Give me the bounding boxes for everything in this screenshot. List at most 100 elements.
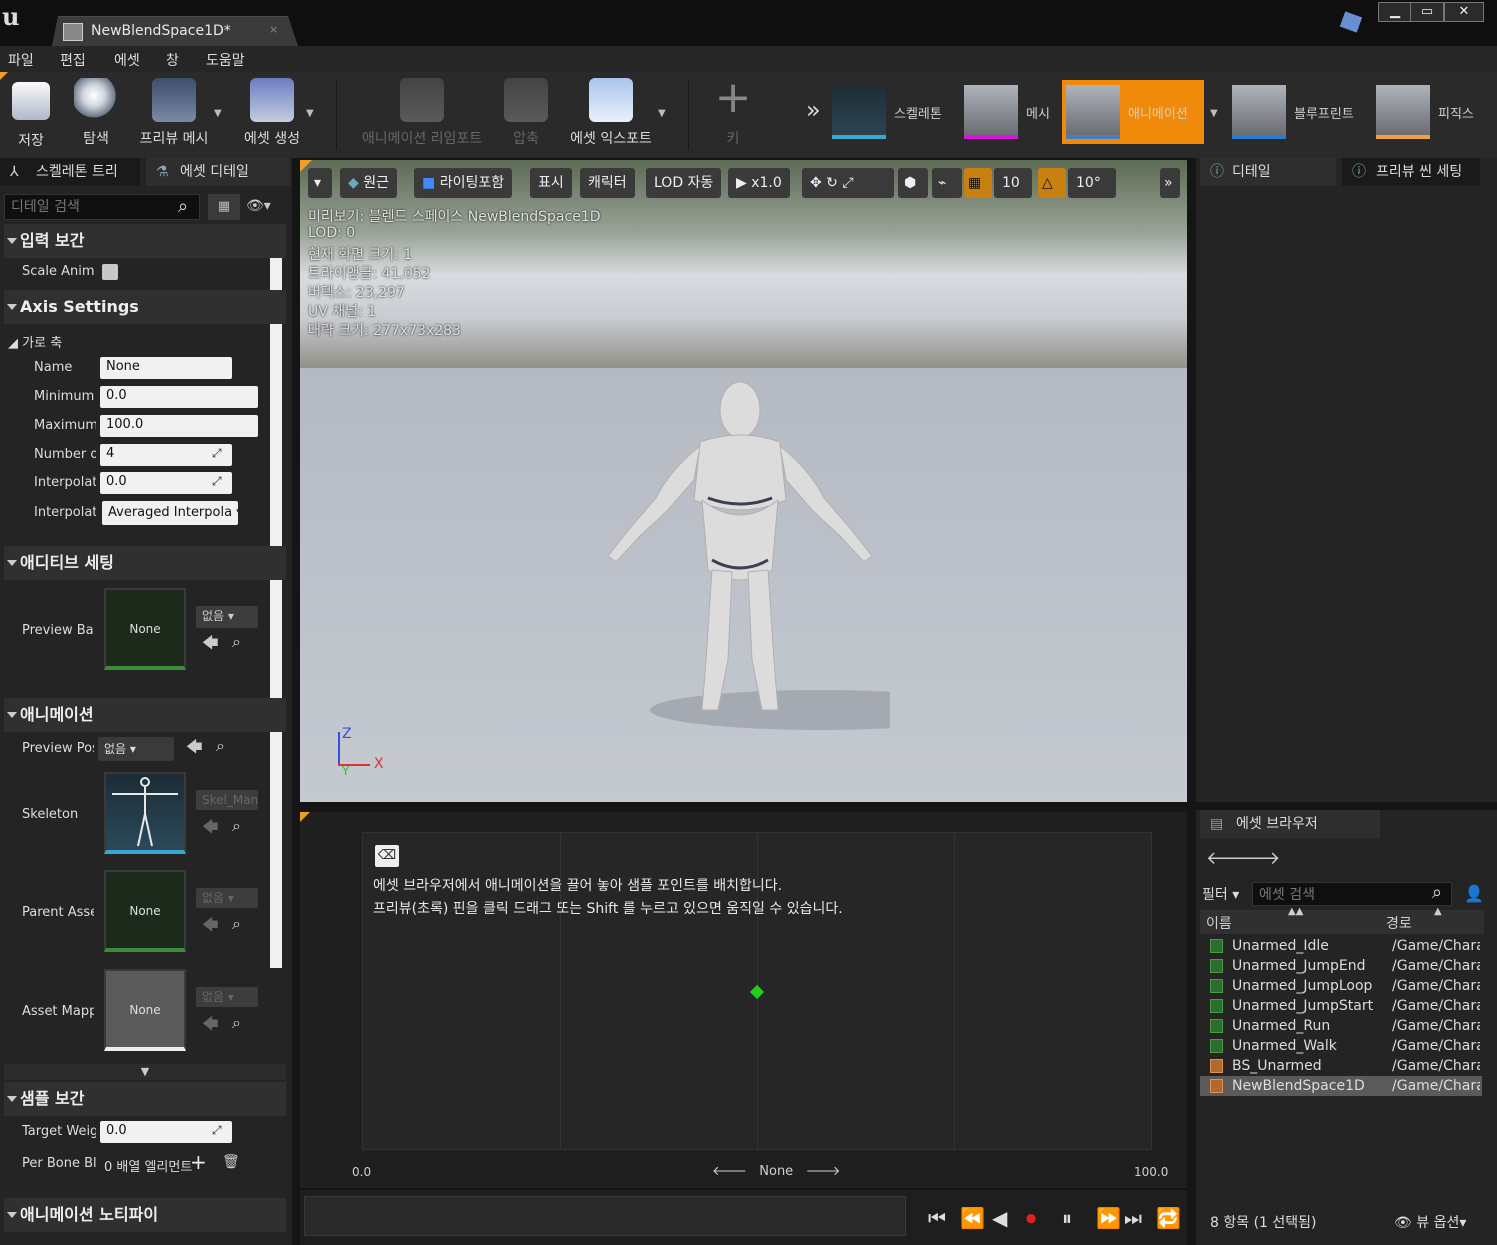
use-selected-arrow-icon[interactable]: 🡄: [186, 736, 203, 763]
visibility-eye-icon[interactable]: 👁▾: [246, 198, 271, 214]
tab-details[interactable]: ⓘ 디테일: [1200, 158, 1336, 186]
tab-asset-browser[interactable]: ▤ 에셋 브라우저: [1200, 810, 1380, 838]
section-axis-settings[interactable]: Axis Settings: [4, 290, 286, 324]
section-sample-interp[interactable]: 샘플 보간: [4, 1082, 286, 1116]
menu-file[interactable]: 파일: [8, 50, 34, 70]
close-button[interactable]: ✕: [1444, 2, 1484, 22]
asset-row[interactable]: Unarmed_JumpEnd/Game/Characters: [1200, 956, 1482, 976]
grid-snap-toggle-icon[interactable]: ▦: [964, 168, 992, 198]
view-options-button[interactable]: 👁 뷰 옵션▾: [1394, 1212, 1466, 1232]
asset-row[interactable]: Unarmed_Walk/Game/Characters: [1200, 1036, 1482, 1056]
show-button[interactable]: 표시: [530, 168, 572, 198]
pause-icon[interactable]: ⏸: [1062, 1206, 1072, 1230]
preview-viewport[interactable]: ▾ ◆ 원근 ■ 라이팅포함 표시 캐릭터 LOD 자동 ▶ x1.0 ✥ ↻ …: [300, 160, 1187, 802]
learn-icon[interactable]: [1339, 11, 1363, 33]
preview-base-dropdown[interactable]: 없음 ▾: [196, 606, 258, 628]
lighting-button[interactable]: ■ 라이팅포함: [414, 168, 513, 198]
mode-mesh-button[interactable]: 메시: [964, 80, 1050, 144]
drag-spin-icon[interactable]: ⤢: [212, 1123, 222, 1138]
asset-search-input[interactable]: 에셋 검색: [1252, 882, 1452, 906]
blend-space-editor[interactable]: ⌫ 에셋 브라우저에서 애니메이션을 끌어 놓아 샘플 포인트를 배치합니다. …: [300, 812, 1187, 1188]
drag-spin-icon[interactable]: ⤢: [212, 474, 222, 489]
user-filter-icon[interactable]: 👤: [1464, 884, 1484, 903]
section-additive[interactable]: 애디티브 세팅: [4, 546, 286, 580]
preview-mesh-dropdown-icon[interactable]: ▼: [214, 108, 222, 119]
use-selected-arrow-icon[interactable]: 🡄: [202, 816, 219, 843]
asset-mapping-dropdown[interactable]: 없음 ▾: [196, 987, 258, 1007]
more-modes-icon[interactable]: »: [806, 96, 821, 124]
use-selected-arrow-icon[interactable]: 🡄: [202, 632, 219, 659]
menu-help[interactable]: 도움말: [206, 50, 245, 70]
create-asset-button[interactable]: 에셋 생성: [238, 76, 306, 148]
export-asset-button[interactable]: 에셋 익스포트: [564, 76, 658, 148]
browse-search-icon[interactable]: ⌕: [232, 1013, 241, 1033]
asset-mapping-thumb[interactable]: None: [104, 969, 186, 1051]
preview-pose-dropdown[interactable]: 없음 ▾: [98, 737, 174, 761]
expand-toolbar-icon[interactable]: »: [1160, 168, 1180, 198]
compress-button[interactable]: 압축: [502, 76, 550, 148]
advanced-expand-icon[interactable]: ▼: [4, 1064, 286, 1080]
playback-speed-button[interactable]: ▶ x1.0: [728, 168, 790, 198]
axis-max-field[interactable]: 100.0: [100, 415, 258, 437]
menu-edit[interactable]: 편집: [60, 50, 86, 70]
axis-name-field[interactable]: None: [100, 357, 232, 379]
create-asset-dropdown-icon[interactable]: ▼: [306, 108, 314, 119]
maximize-button[interactable]: ▭: [1410, 2, 1444, 22]
asset-row[interactable]: BS_Unarmed/Game/Characters: [1200, 1056, 1482, 1076]
browse-button[interactable]: 탐색: [72, 76, 120, 148]
add-element-icon[interactable]: +: [190, 1150, 207, 1174]
use-selected-arrow-icon[interactable]: 🡄: [202, 1013, 219, 1040]
details-scrollbar[interactable]: [270, 226, 282, 968]
filter-button[interactable]: 필터 ▾: [1202, 884, 1239, 904]
browse-search-icon[interactable]: ⌕: [232, 632, 241, 652]
section-animation[interactable]: 애니메이션: [4, 698, 286, 732]
section-input-interp[interactable]: 입력 보간: [4, 224, 286, 258]
scale-anim-checkbox[interactable]: [102, 264, 118, 280]
preview-base-thumb[interactable]: None: [104, 588, 186, 670]
browse-search-icon[interactable]: ⌕: [232, 816, 241, 836]
step-back-icon[interactable]: ⏪: [960, 1206, 985, 1230]
tab-close-icon[interactable]: ×: [269, 23, 278, 36]
trash-icon[interactable]: 🗑: [222, 1154, 240, 1170]
minimize-button[interactable]: ▁: [1378, 2, 1412, 22]
angle-snap-value[interactable]: 10°: [1068, 168, 1116, 198]
save-button[interactable]: 저장: [8, 76, 54, 150]
horizontal-axis-group[interactable]: ◢ 가로 축: [8, 332, 62, 351]
asset-row[interactable]: Unarmed_Idle/Game/Characters: [1200, 936, 1482, 956]
loop-icon[interactable]: 🔁: [1156, 1206, 1181, 1230]
timeline-scrubber[interactable]: [304, 1196, 906, 1236]
export-dropdown-icon[interactable]: ▼: [658, 108, 666, 119]
menu-window[interactable]: 창: [166, 50, 179, 70]
mode-physics-button[interactable]: 피직스: [1376, 80, 1474, 144]
use-selected-arrow-icon[interactable]: 🡄: [202, 914, 219, 941]
local-world-icon[interactable]: ⬢: [898, 168, 928, 198]
col-name-header[interactable]: 이름: [1206, 913, 1232, 933]
asset-row[interactable]: Unarmed_JumpStart/Game/Characters: [1200, 996, 1482, 1016]
axis-min-field[interactable]: 0.0: [100, 386, 258, 408]
property-matrix-button[interactable]: ▦: [208, 194, 240, 220]
parent-asset-dropdown[interactable]: 없음 ▾: [196, 888, 258, 908]
record-icon[interactable]: ⏺: [1026, 1206, 1036, 1230]
mode-blueprint-button[interactable]: 블루프린트: [1232, 80, 1354, 144]
section-notify[interactable]: 애니메이션 노티파이: [4, 1198, 286, 1232]
viewport-options-button[interactable]: ▾: [308, 168, 332, 198]
document-tab[interactable]: NewBlendSpace1D* ×: [52, 16, 298, 46]
surface-snap-icon[interactable]: ⌁: [932, 168, 962, 198]
tab-preview-scene[interactable]: ⓘ 프리뷰 씬 세팅: [1342, 158, 1480, 186]
asset-row[interactable]: Unarmed_Run/Game/Characters: [1200, 1016, 1482, 1036]
lod-button[interactable]: LOD 자동: [646, 168, 722, 198]
angle-snap-toggle-icon[interactable]: △: [1038, 168, 1066, 198]
asset-row[interactable]: Unarmed_JumpLoop/Game/Characters: [1200, 976, 1482, 996]
drag-spin-icon[interactable]: ⤢: [212, 446, 222, 461]
skip-back-icon[interactable]: ⏮: [928, 1206, 946, 1230]
skeleton-dropdown[interactable]: Skel_Mannequin: [196, 790, 258, 810]
animation-mode-dropdown-icon[interactable]: ▼: [1210, 108, 1218, 119]
browse-search-icon[interactable]: ⌕: [216, 736, 225, 756]
step-forward-icon[interactable]: ⏩: [1096, 1206, 1121, 1230]
perspective-button[interactable]: ◆ 원근: [340, 168, 397, 198]
grid-snap-value[interactable]: 10: [994, 168, 1032, 198]
col-path-header[interactable]: 경로: [1386, 913, 1412, 933]
preview-pin[interactable]: [749, 984, 765, 1000]
menu-asset[interactable]: 에셋: [114, 50, 140, 70]
tab-skeleton-tree[interactable]: ⅄ 스켈레톤 트리: [0, 158, 140, 186]
